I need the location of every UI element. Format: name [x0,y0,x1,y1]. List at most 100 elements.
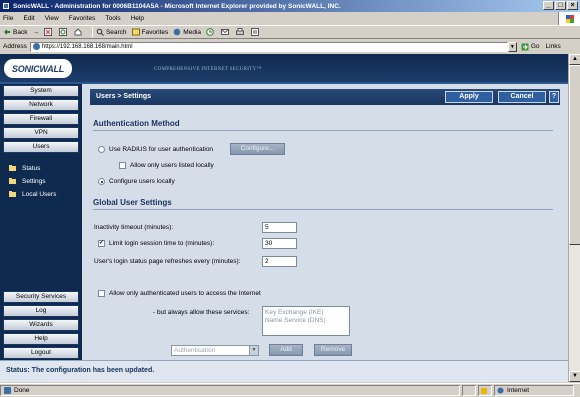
nav-system[interactable]: System [3,85,79,97]
global-settings-heading: Global User Settings [93,198,172,207]
links-button[interactable]: Links [546,43,561,50]
nav-wizards[interactable]: Wizards [3,319,79,331]
nav-users[interactable]: Users [3,141,79,153]
scroll-up-button[interactable]: ▲ [569,54,580,65]
menu-bar: File Edit View Favorites Tools Help [0,12,580,24]
address-dropdown-button[interactable]: ▼ [507,41,517,52]
search-icon [96,28,104,36]
print-button[interactable] [236,28,246,36]
print-icon [236,28,245,35]
go-button[interactable]: Go [521,43,540,51]
window-title-bar: SonicWALL - Administration for 0006B1104… [0,0,580,12]
add-service-button[interactable]: Add [269,344,303,356]
menu-help[interactable]: Help [131,15,144,22]
service-select[interactable]: Authentication ▼ [171,345,259,356]
chevron-down-icon: ▼ [249,346,258,355]
limit-session-option[interactable]: Limit login session time to (minutes): [98,239,214,247]
radius-option[interactable]: Use RADIUS for user authentication [98,146,213,153]
ie-app-icon [2,2,10,10]
windows-logo-icon [558,12,580,25]
allowed-services-list[interactable]: Key Exchange (IKE) Name Service (DNS) [262,306,350,336]
status-message: Status: The configuration has been updat… [6,367,155,374]
subnav-status[interactable]: Status [0,162,82,175]
refresh-label: User's login status page refreshes every… [94,258,241,265]
auth-method-heading: Authentication Method [93,119,180,128]
vertical-scrollbar[interactable]: ▲ ▼ [568,54,580,382]
address-bar: Address https://192.168.168.168/main.htm… [0,40,580,53]
left-nav: System Network Firewall VPN Users Status… [0,84,82,382]
page-icon [32,43,40,50]
apply-button[interactable]: Apply [445,91,493,103]
go-arrow-icon [521,43,529,50]
allow-authenticated-checkbox[interactable] [98,290,105,297]
list-item[interactable]: Name Service (DNS) [265,317,347,325]
home-icon [74,28,82,36]
page-title: Users > Settings [96,93,152,100]
home-button[interactable] [74,28,84,36]
inactivity-label: Inactivity timeout (minutes): [94,224,174,231]
media-button[interactable]: Media [173,28,201,36]
address-label: Address [3,43,27,50]
lock-icon [481,387,487,394]
ssl-lock-icon-cell[interactable] [478,385,492,396]
configure-radius-button[interactable]: Configure... [230,143,285,155]
cancel-button[interactable]: Cancel [498,91,546,103]
help-button[interactable]: ? [549,91,559,103]
local-users-option[interactable]: Configure users locally [98,178,175,185]
menu-view[interactable]: View [45,15,59,22]
session-limit-input[interactable]: 30 [262,238,297,249]
allow-local-only-option[interactable]: Allow only users listed locally [119,162,214,169]
page-viewport: SONICWALL COMPREHENSIVE INTERNET SECURIT… [0,54,568,382]
window-title: SonicWALL - Administration for 0006B1104… [13,2,341,10]
nav-log[interactable]: Log [3,305,79,317]
mail-icon [221,29,230,35]
nav-logout[interactable]: Logout [3,347,79,359]
scroll-down-button[interactable]: ▼ [569,371,580,382]
favorites-button[interactable]: Favorites [131,28,168,36]
maximize-button[interactable]: □ [555,1,566,10]
nav-security-services[interactable]: Security Services [3,291,79,303]
inactivity-timeout-input[interactable]: 5 [262,222,297,233]
users-subnav: Status Settings Local Users [0,162,82,201]
forward-button[interactable]: → [32,29,39,36]
sonicwall-header: SONICWALL COMPREHENSIVE INTERNET SECURIT… [0,54,568,84]
search-button[interactable]: Search [96,28,127,36]
stop-button[interactable] [43,28,54,36]
edit-button[interactable] [251,28,261,36]
allow-local-only-checkbox[interactable] [119,162,126,169]
nav-help[interactable]: Help [3,333,79,345]
back-arrow-icon [4,29,10,35]
local-users-radio[interactable] [98,178,105,185]
allow-authenticated-option[interactable]: Allow only authenticated users to access… [98,290,261,297]
minimize-button[interactable]: _ [543,1,554,10]
list-item[interactable]: Key Exchange (IKE) [265,309,347,317]
back-button[interactable]: Back [3,28,27,36]
refresh-button[interactable] [58,28,69,36]
page-done-icon [4,387,11,394]
radius-radio[interactable] [98,146,105,153]
mail-button[interactable] [221,28,231,36]
menu-tools[interactable]: Tools [105,15,120,22]
refresh-interval-input[interactable]: 2 [262,256,297,267]
history-button[interactable] [206,28,216,36]
nav-vpn[interactable]: VPN [3,127,79,139]
stop-icon [43,28,52,36]
scroll-thumb[interactable] [569,65,580,245]
nav-firewall[interactable]: Firewall [3,113,79,125]
content-panel: Users > Settings Apply Cancel ? Authenti… [82,84,568,382]
always-allow-label: - but always allow these services: [153,309,250,316]
folder-icon [9,178,16,184]
nav-network[interactable]: Network [3,99,79,111]
remove-service-button[interactable]: Remove [314,344,352,356]
header-tagline: COMPREHENSIVE INTERNET SECURITY™ [154,67,262,72]
address-input[interactable]: https://192.168.168.168/main.html [29,41,508,52]
menu-file[interactable]: File [3,15,13,22]
subnav-settings[interactable]: Settings [0,175,82,188]
security-zone: Internet [494,385,574,396]
menu-favorites[interactable]: Favorites [69,15,96,22]
subnav-local-users[interactable]: Local Users [0,188,82,201]
toolbar: Back → Search Favorites Media [0,25,580,39]
limit-session-checkbox[interactable] [98,239,105,247]
menu-edit[interactable]: Edit [23,15,34,22]
close-button[interactable]: × [567,1,578,10]
